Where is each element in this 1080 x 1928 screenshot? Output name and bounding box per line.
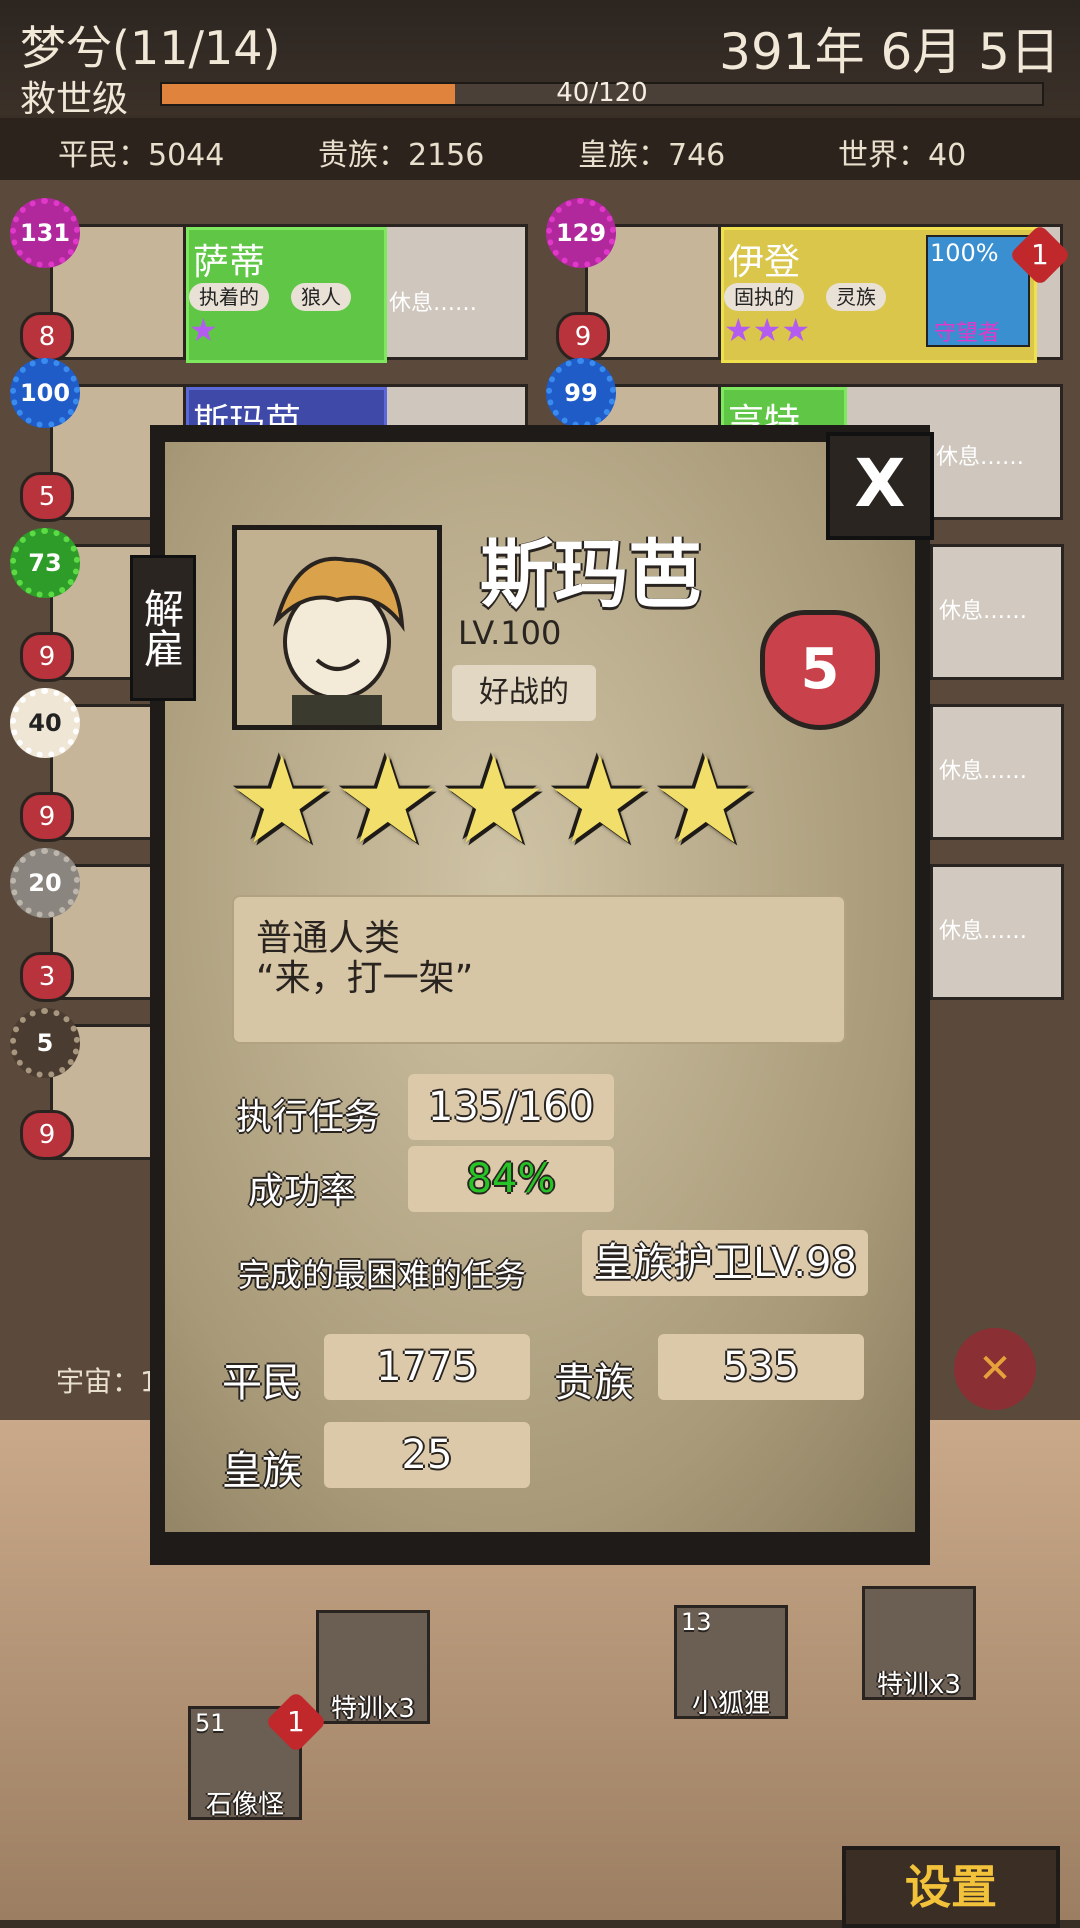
battle-emblem-icon[interactable]: ✕ <box>948 1322 1042 1416</box>
hero-heart: 9 <box>20 792 74 842</box>
hero-heart-icon: 5 <box>760 610 880 730</box>
hero-level-badge: 100 <box>10 358 80 428</box>
royals-count: 皇族：746 <box>578 138 726 173</box>
nobles-value: 535 <box>658 1334 864 1400</box>
missions-value: 135/160 <box>408 1074 614 1140</box>
dismiss-button[interactable]: 解雇 <box>130 555 196 701</box>
hero-card-2[interactable]: 伊登 固执的 灵族 ★★★ 100% 守望者 1 <box>585 223 1072 363</box>
floor-item-fox[interactable]: 13 小狐狸 <box>674 1605 788 1719</box>
hero-stars: ★ <box>189 311 218 349</box>
hero-race-tag: 狼人 <box>291 283 351 311</box>
hero-name: 斯玛芭 <box>480 532 702 618</box>
item-label: 石像怪 <box>205 1790 284 1820</box>
royals-value: 25 <box>324 1422 530 1488</box>
xp-bar: 40/120 <box>160 78 1044 108</box>
hero-quote: “来，打一架” <box>256 958 474 999</box>
hero-level-badge: 99 <box>546 358 616 428</box>
hero-heart: 9 <box>20 632 74 682</box>
universe-label: 宇宙：1 <box>56 1365 158 1398</box>
rating-star-icon: ★ <box>440 732 548 871</box>
rating-star-icon: ★ <box>652 732 760 871</box>
hero-state: 休息…… <box>939 599 1028 624</box>
rating-star-icon: ★ <box>228 732 336 871</box>
hero-level: LV.100 <box>458 614 562 652</box>
hardest-mission-label: 完成的最困难的任务 <box>238 1256 527 1294</box>
team-title: 梦兮(11/14) <box>20 21 281 75</box>
success-label: 成功率 <box>248 1171 357 1212</box>
commoners-value: 1775 <box>324 1334 530 1400</box>
close-button[interactable]: X <box>826 432 934 540</box>
hero-heart: 8 <box>20 312 74 362</box>
item-label: 特训x3 <box>877 1670 961 1700</box>
commoners-label: 平民 <box>222 1360 302 1406</box>
hero-level-badge: 40 <box>10 688 80 758</box>
world-count: 世界：40 <box>838 138 967 173</box>
game-date: 391年 6月 5日 <box>719 23 1060 81</box>
hero-card-right[interactable]: 休息…… <box>930 704 1064 840</box>
hero-state: 休息…… <box>939 919 1028 944</box>
hero-name: 萨蒂 <box>193 242 266 283</box>
xp-text: 40/120 <box>556 78 648 108</box>
hero-level-badge: 20 <box>10 848 80 918</box>
item-count: 51 <box>195 1709 226 1737</box>
hero-heart: 5 <box>20 472 74 522</box>
hero-card-right[interactable]: 休息…… <box>930 544 1064 680</box>
item-count: 13 <box>681 1608 712 1636</box>
missions-label: 执行任务 <box>236 1097 381 1138</box>
hero-state: 休息…… <box>936 445 1025 470</box>
item-label: 小狐狸 <box>691 1689 770 1719</box>
hero-card-1[interactable]: 萨蒂 执着的 狼人 休息…… ★ <box>50 224 528 363</box>
hero-trait-tag: 执着的 <box>189 283 269 311</box>
hero-trait-tag: 好战的 <box>452 665 596 721</box>
hero-stars: ★★★ <box>724 311 811 349</box>
floor-item-training-2[interactable]: 特训x3 <box>862 1586 976 1700</box>
hero-level-badge: 129 <box>546 198 616 268</box>
hero-heart: 9 <box>556 312 610 362</box>
item-label: 特训x3 <box>331 1694 415 1724</box>
success-value: 84% <box>408 1146 614 1212</box>
hero-portrait-large <box>232 525 442 730</box>
hero-state: 休息…… <box>939 759 1028 784</box>
floor-item-training-1[interactable]: 特训x3 <box>316 1610 430 1724</box>
rating-star-icon: ★ <box>334 732 442 871</box>
nobles-count: 贵族：2156 <box>318 138 485 173</box>
nobles-label: 贵族 <box>554 1360 634 1406</box>
hero-state: 休息…… <box>389 291 478 316</box>
hero-name: 伊登 <box>728 242 801 283</box>
hero-description: 普通人类 “来，打一架” <box>232 895 846 1044</box>
hardest-mission-value: 皇族护卫LV.98 <box>582 1230 868 1296</box>
hero-avatar-icon <box>272 556 405 725</box>
royals-label: 皇族 <box>222 1448 302 1494</box>
hero-trait-tag: 固执的 <box>724 283 804 311</box>
task-percent: 100% <box>930 239 999 267</box>
hero-heart: 3 <box>20 952 74 1002</box>
hero-card-right[interactable]: 休息…… <box>930 864 1064 1000</box>
task-name: 守望者 <box>934 321 1001 346</box>
commoners-count: 平民：5044 <box>58 138 225 173</box>
hero-heart: 9 <box>20 1110 74 1160</box>
hero-race-tag: 灵族 <box>826 283 886 311</box>
hero-level-badge: 5 <box>10 1008 80 1078</box>
rank-label: 救世级 <box>20 79 129 120</box>
settings-button[interactable]: 设置 <box>842 1846 1060 1928</box>
rating-star-icon: ★ <box>546 732 654 871</box>
hero-level-badge: 131 <box>10 198 80 268</box>
hero-level-badge: 73 <box>10 528 80 598</box>
